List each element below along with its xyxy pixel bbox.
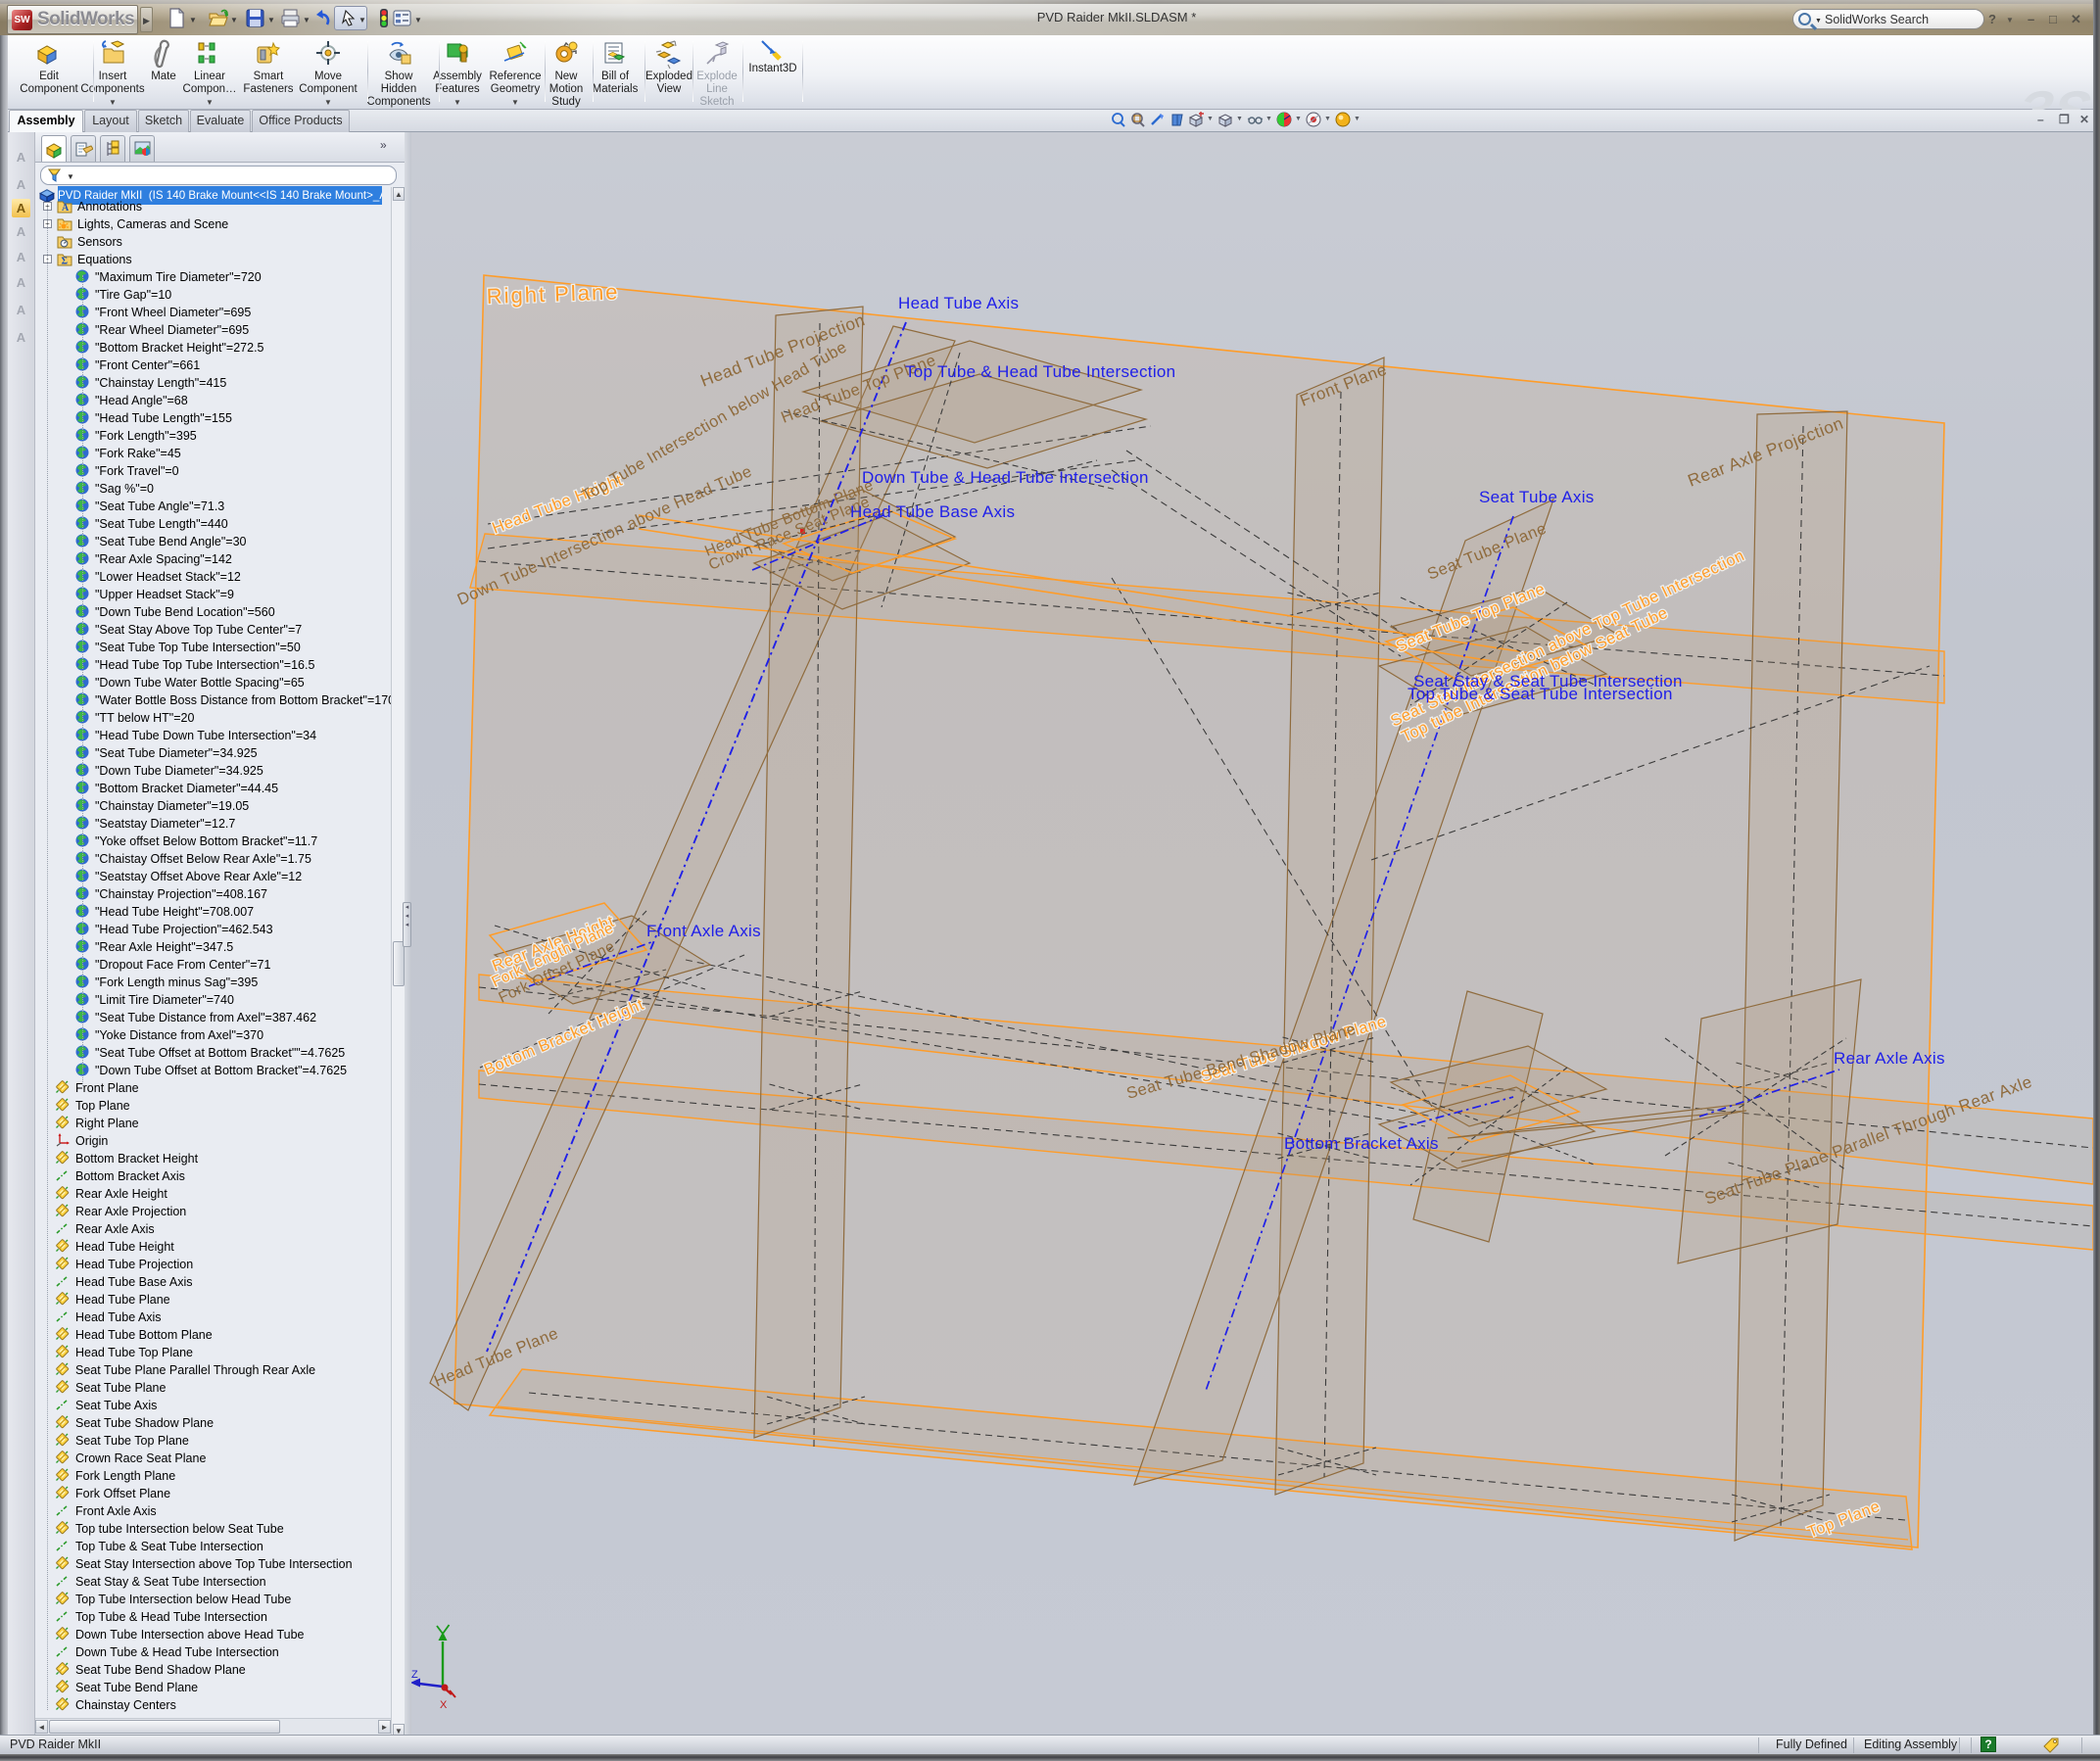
svg-text:A: A (62, 203, 70, 214)
svg-text:Right Plane: Right Plane (486, 279, 620, 309)
svg-text:Z: Z (411, 1669, 418, 1681)
svg-text:Σ: Σ (62, 257, 69, 267)
svg-text:Rear Axle Axis: Rear Axle Axis (1834, 1049, 1945, 1068)
svg-text:Front Axle Axis: Front Axle Axis (646, 922, 761, 940)
svg-text:Top Tube & Seat Tube Intersect: Top Tube & Seat Tube Intersection (1408, 685, 1673, 703)
svg-text:X: X (440, 1699, 448, 1711)
svg-text:Bottom Bracket Axis: Bottom Bracket Axis (1284, 1134, 1439, 1153)
svg-text:Down Tube & Head Tube Intersec: Down Tube & Head Tube Intersection (862, 468, 1149, 487)
svg-text:Head Tube Axis: Head Tube Axis (898, 294, 1019, 312)
svg-text:Top Tube & Head Tube Intersect: Top Tube & Head Tube Intersection (905, 362, 1175, 381)
svg-text:Seat Tube Axis: Seat Tube Axis (1479, 488, 1595, 506)
svg-text:Head Tube Base Axis: Head Tube Base Axis (850, 502, 1015, 521)
